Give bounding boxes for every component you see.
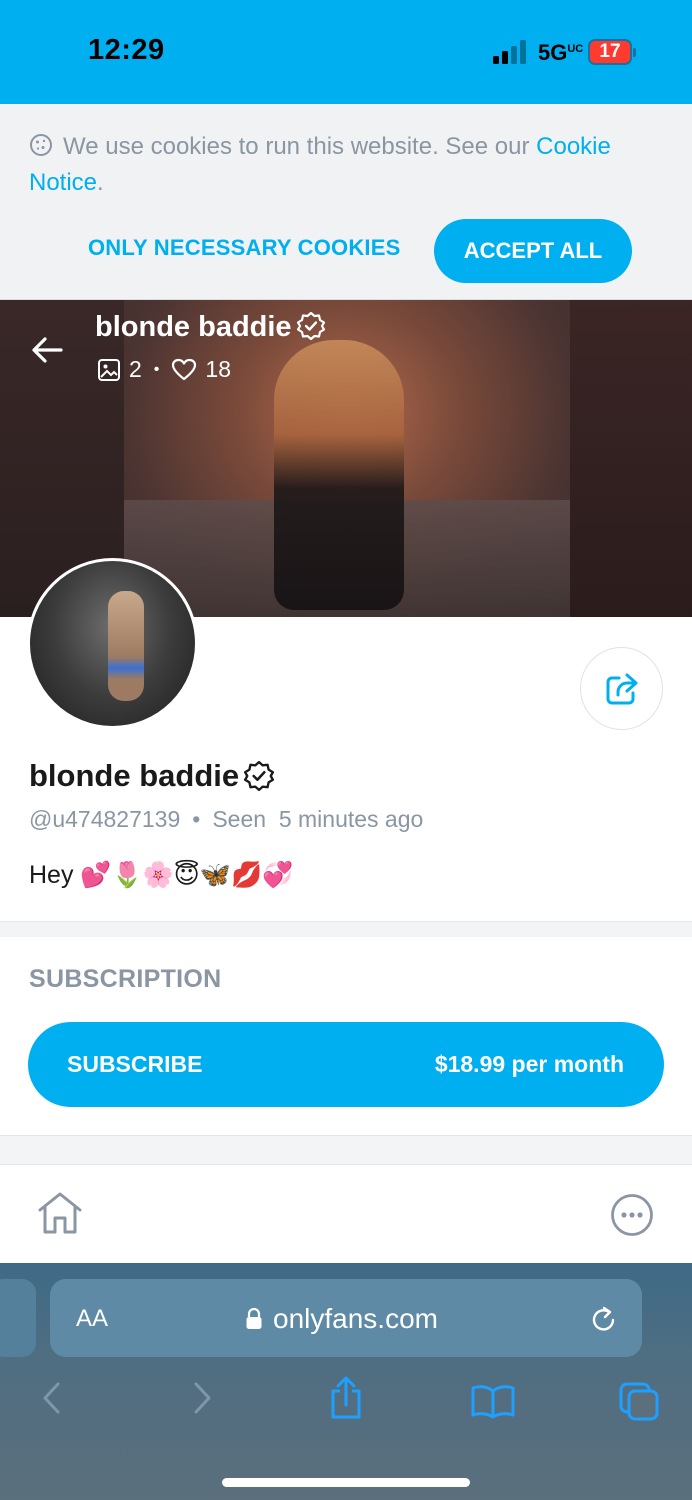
likes-count: 18	[205, 356, 231, 382]
tabs-icon[interactable]	[618, 1381, 660, 1421]
browser-toolbar: AA onlyfans.com	[0, 1263, 692, 1500]
cover-photo	[124, 300, 570, 617]
home-icon[interactable]	[36, 1190, 84, 1236]
status-time: 12:29	[88, 34, 165, 66]
verified-badge-icon	[296, 311, 325, 341]
cookie-icon	[30, 134, 52, 156]
avatar[interactable]	[27, 558, 198, 729]
seen-time: 5 minutes ago	[278, 806, 424, 832]
verified-badge-icon	[244, 760, 275, 792]
image-icon	[98, 358, 120, 381]
cover-title: blonde baddie	[95, 311, 326, 344]
status-bar: 12:29 5GUC 17	[0, 0, 692, 104]
battery-icon: 17	[588, 39, 636, 65]
only-necessary-cookies-button[interactable]: ONLY NECESSARY COOKIES	[88, 235, 401, 261]
cover-stats: 2 • 18	[97, 356, 231, 383]
share-icon	[606, 673, 638, 705]
more-options-icon[interactable]	[610, 1193, 654, 1237]
profile-bio: Hey 💕🌷🌸😇🦋💋💞	[29, 861, 294, 889]
subscribe-label: SUBSCRIBE	[67, 1051, 203, 1077]
avatar-figure	[108, 591, 144, 701]
media-count: 2	[129, 356, 142, 382]
section-divider	[0, 921, 692, 937]
home-indicator	[222, 1478, 470, 1487]
bottom-nav	[0, 1165, 692, 1263]
previous-tab[interactable]	[0, 1279, 36, 1357]
cookie-text: We use cookies to run this website. See …	[29, 133, 611, 196]
cover-figure-shape	[274, 340, 404, 610]
lock-icon	[246, 1307, 262, 1329]
reload-icon[interactable]	[590, 1304, 618, 1334]
network-label: 5GUC	[538, 40, 584, 65]
section-divider	[0, 1135, 692, 1165]
back-arrow-icon[interactable]	[30, 333, 64, 367]
signal-icon	[493, 40, 526, 64]
profile-handle: @u474827139	[29, 806, 181, 832]
bookmarks-icon[interactable]	[470, 1383, 516, 1419]
cookie-banner: We use cookies to run this website. See …	[0, 104, 692, 300]
accept-all-button[interactable]: ACCEPT ALL	[434, 219, 632, 283]
url-display[interactable]: onlyfans.com	[245, 1303, 438, 1335]
text-size-button[interactable]: AA	[76, 1305, 108, 1333]
browser-share-icon[interactable]	[328, 1375, 364, 1421]
seen-label: Seen	[212, 806, 267, 832]
meta-separator: •	[192, 806, 201, 832]
subscription-heading: SUBSCRIPTION	[29, 965, 222, 993]
subscribe-button[interactable]: SUBSCRIBE $18.99 per month	[28, 1022, 664, 1107]
share-button[interactable]	[580, 647, 663, 730]
subscribe-price: $18.99 per month	[434, 1051, 624, 1077]
address-bar[interactable]: AA onlyfans.com	[50, 1279, 642, 1357]
profile-name: blonde baddie	[29, 758, 275, 794]
stats-dot: •	[153, 360, 160, 378]
cover-side-right	[570, 300, 692, 617]
heart-icon	[172, 358, 197, 380]
browser-forward-icon[interactable]	[190, 1380, 214, 1416]
browser-back-icon[interactable]	[40, 1380, 64, 1416]
profile-meta: @u474827139 • Seen 5 minutes ago	[29, 806, 423, 833]
